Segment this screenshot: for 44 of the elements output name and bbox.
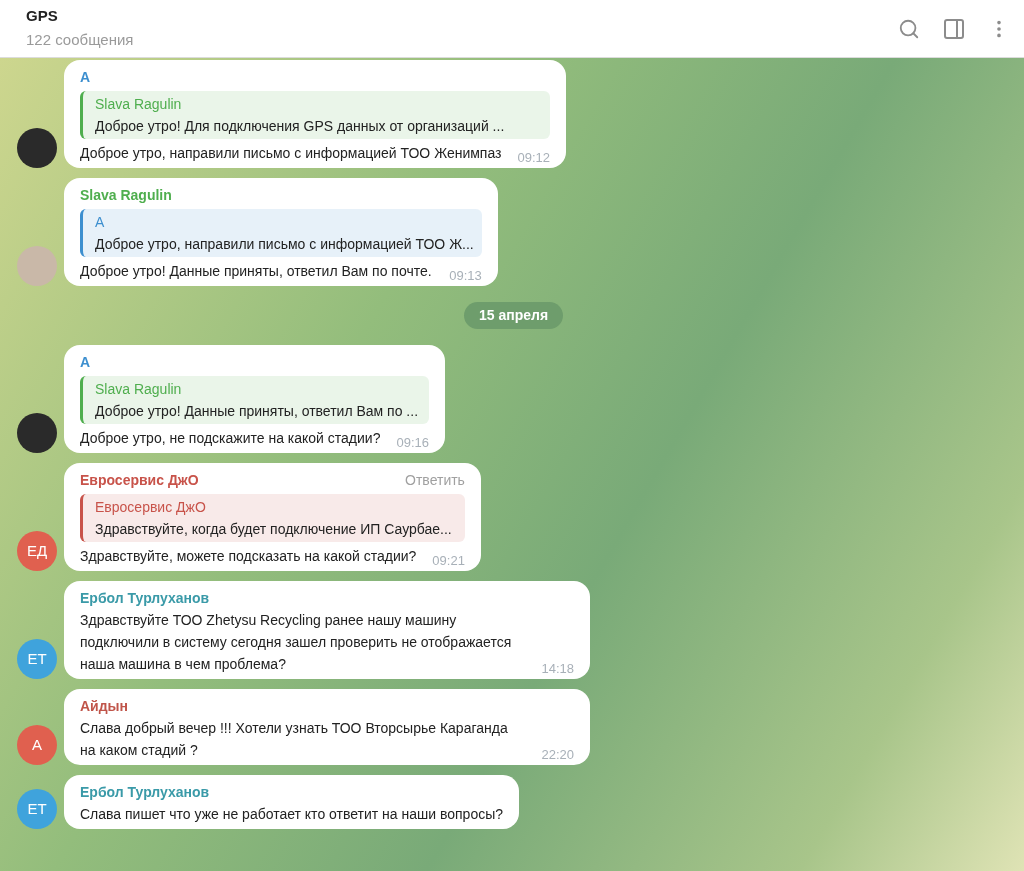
avatar[interactable]: ЕТ [17, 789, 57, 829]
reply-link[interactable]: Ответить [405, 469, 465, 491]
sender-name[interactable]: Ербол Турлуханов [80, 781, 210, 803]
message-text: Доброе утро, не подскажите на какой стадии? [80, 429, 381, 448]
message-text: Слава пишет что уже не работает кто ответит на наши вопросы? [80, 805, 503, 824]
sender-name[interactable]: Slava Ragulin [80, 184, 172, 206]
reply-text: Доброе утро, направили письмо с информацией ТОО Ж... [95, 235, 474, 254]
reply-sender: Slava Ragulin [95, 95, 183, 114]
sender-name[interactable]: Айдын [80, 695, 128, 717]
message-time: 09:12 [517, 149, 551, 167]
reply-text: Здравствуйте, когда будет подключение ИП Саурбае... [95, 520, 453, 539]
reply-text: Доброе утро! Данные приняты, ответил Вам по ... [95, 402, 420, 421]
message-time: 09:13 [449, 267, 482, 285]
avatar[interactable]: А [17, 725, 57, 765]
reply-sender: Slava Ragulin [95, 380, 183, 399]
avatar[interactable]: ЕТ [17, 639, 57, 679]
search-icon[interactable] [898, 17, 920, 40]
avatar-photo-placeholder[interactable] [17, 128, 57, 168]
message-text: Здравствуйте ТОО Zhetysu Recycling ранее нашу машину подключили в систему сегодня зашел проверить не отображается наша машина в чем проблема? [80, 611, 513, 674]
message-text: Доброе утро! Данные приняты, ответил Вам по почте. [80, 262, 433, 281]
reply-sender: Евросервис ДжО [95, 498, 207, 517]
reply-quote[interactable]: A Доброе утро, направили письмо с информацией ТОО Ж... [80, 209, 482, 257]
reply-quote[interactable]: Slava Ragulin Доброе утро! Данные приняты, ответил Вам по ... [80, 376, 429, 424]
chat-title: GPS [26, 6, 59, 26]
message-text: Доброе утро, направили письмо с информацией ТОО Женимпаз [80, 144, 502, 163]
sender-name[interactable]: Ербол Турлуханов [80, 587, 210, 609]
message-time: 09:16 [396, 434, 429, 452]
avatar-photo-placeholder[interactable] [17, 413, 57, 453]
sender-name[interactable]: A [80, 351, 91, 373]
reply-sender: A [95, 213, 106, 232]
sender-name[interactable]: A [80, 66, 91, 88]
sender-name[interactable]: Евросервис ДжО [80, 469, 199, 491]
reply-text: Доброе утро! Для подключения GPS данных от организаций ... [95, 117, 506, 136]
reply-quote[interactable]: Евросервис ДжО Здравствуйте, когда будет подключение ИП Саурбае... [80, 494, 465, 542]
message-text: Здравствуйте, можете подсказать на какой стадии? [80, 547, 417, 566]
member-count: 122 сообщения [26, 30, 134, 50]
reply-quote[interactable]: Slava Ragulin Доброе утро! Для подключения GPS данных от организаций ... [80, 91, 551, 139]
avatar[interactable]: ЕД [17, 531, 57, 571]
date-badge: 15 апреля [464, 302, 564, 329]
message-time: 22:20 [541, 746, 574, 764]
message-time: 14:18 [541, 660, 574, 678]
message-time: 09:21 [432, 552, 465, 570]
sidebar-panel-icon[interactable] [942, 16, 966, 41]
message-text: Слава добрый вечер !!! Хотели узнать ТОО Вторсырье Караганда на каком стадий ? [80, 719, 509, 760]
